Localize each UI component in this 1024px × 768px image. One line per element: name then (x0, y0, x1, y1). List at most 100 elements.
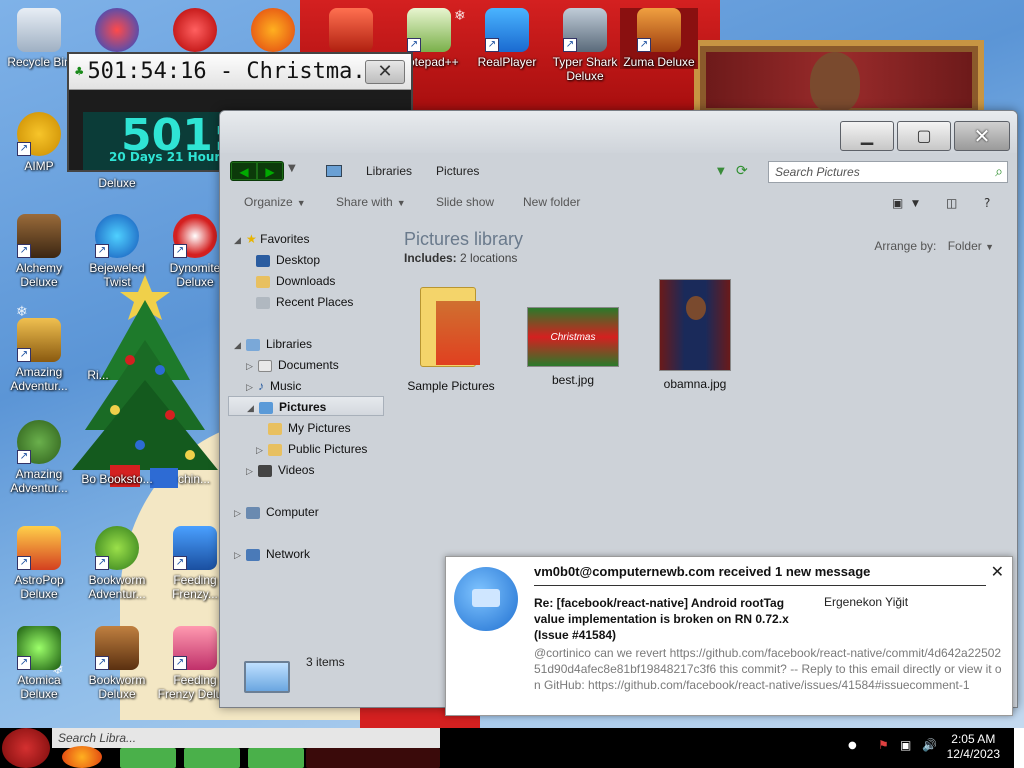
slide-show-button[interactable]: Slide show (436, 195, 494, 209)
network-tray-icon[interactable]: ▣ (900, 738, 911, 752)
nav-computer[interactable]: ▷ Computer (234, 502, 319, 522)
desktop-icon-bookworm-adventures[interactable]: ↗ Bookworm Adventur... (78, 526, 156, 601)
desktop-icon-label: Typer Shark Deluxe (552, 55, 618, 83)
new-folder-button[interactable]: New folder (523, 195, 580, 209)
includes-locations-link[interactable]: 2 locations (460, 251, 517, 265)
desktop-icon-partial-chin[interactable]: chin... (166, 472, 222, 486)
expand-arrow-icon[interactable]: ▷ (246, 377, 258, 397)
notification-close-button[interactable]: ✕ (991, 562, 1004, 582)
help-icon[interactable]: ? (984, 196, 990, 210)
file-item[interactable]: Sample Pictures (396, 279, 506, 393)
expand-arrow-icon[interactable]: ▷ (234, 503, 246, 523)
explorer-taskbar-button[interactable] (120, 748, 176, 768)
aimp-icon: ↗ (17, 112, 61, 156)
desktop-icon-partial-2[interactable] (78, 8, 156, 55)
nav-recent-places[interactable]: Recent Places (256, 292, 353, 312)
forward-arrow-icon[interactable]: ▶ (258, 163, 282, 179)
expand-arrow-icon[interactable]: ▷ (234, 545, 246, 565)
expand-arrow-icon[interactable]: ▷ (246, 356, 258, 376)
desktop-icon-label: Bo Booksto... (81, 472, 153, 486)
nav-videos-label: Videos (278, 463, 315, 477)
taskbar-search-input[interactable]: Search Libra... (52, 728, 440, 748)
action-center-flag-icon[interactable]: ⚑ (878, 738, 889, 752)
desktop-icon-realplayer[interactable]: ↗ RealPlayer (468, 8, 546, 69)
nav-favorites[interactable]: ◢ ★ Favorites (234, 229, 309, 249)
show-desktop-button[interactable] (1014, 728, 1024, 768)
close-icon: ✕ (973, 124, 991, 148)
nav-public-pictures[interactable]: ▷ Public Pictures (256, 439, 367, 459)
navigation-pane[interactable]: ◢ ★ Favorites Desktop Downloads Recent Pl… (220, 219, 388, 707)
taskbar[interactable]: Search Libra... ● ⚑ ▣ 🔊 2:05 AM 12/4/202… (0, 728, 1024, 768)
desktop-icon-bejeweled[interactable]: ↗ Bejeweled Twist (78, 214, 156, 289)
firefox-taskbar-icon[interactable] (62, 746, 102, 768)
film-icon (258, 464, 272, 477)
minimize-button[interactable]: ▁ (840, 121, 894, 151)
close-button[interactable]: ✕ (954, 121, 1010, 151)
desktop-icon-amazing-adventures-1[interactable]: ↗ Amazing Adventur... (0, 318, 78, 393)
desktop-icon-partial-bookstore[interactable]: Bo Booksto... (78, 472, 156, 486)
portrait-photo-window[interactable] (694, 40, 984, 120)
arrange-by[interactable]: Arrange by: Folder ▼ (874, 239, 994, 253)
share-with-button[interactable]: Share with ▼ (336, 195, 406, 209)
nav-network[interactable]: ▷ Network (234, 544, 310, 564)
desktop-icon-partial-ri[interactable]: Ri... (78, 368, 118, 382)
desktop-icon-partial-firefox[interactable] (234, 8, 312, 55)
nav-videos[interactable]: ▷ Videos (246, 460, 314, 480)
file-item[interactable]: Christmas best.jpg (518, 279, 628, 387)
view-options-icon[interactable]: ▣ (892, 196, 903, 210)
share-with-label: Share with (336, 195, 393, 209)
collapse-arrow-icon[interactable]: ◢ (234, 230, 246, 250)
file-item[interactable]: obamna.jpg (640, 279, 750, 391)
desktop-icon-partial-gate[interactable] (312, 8, 390, 55)
compass-icon: ↗ (17, 318, 61, 362)
volume-icon[interactable]: 🔊 (922, 738, 937, 752)
desktop-icon-atomica[interactable]: ↗ Atomica Deluxe (0, 626, 78, 701)
christmas-taskbar-button[interactable] (248, 748, 304, 768)
desktop-icon-zuma[interactable]: ↗ Zuma Deluxe (620, 8, 698, 69)
chrome-taskbar-button[interactable] (184, 748, 240, 768)
view-options-dropdown-icon[interactable]: ▼ (912, 199, 919, 209)
back-arrow-icon[interactable]: ◀ (232, 163, 256, 179)
recent-locations-dropdown[interactable]: ▼ (288, 163, 296, 174)
search-icon[interactable]: ⌕ (995, 163, 1003, 180)
preview-pane-icon[interactable]: ◫ (946, 196, 957, 210)
desktop-icon-partial-red[interactable] (156, 8, 234, 55)
countdown-titlebar[interactable]: ♣ 501:54:16 - Christma... (69, 54, 411, 90)
back-forward-buttons[interactable]: ◀ ▶ (230, 161, 284, 181)
nav-documents[interactable]: ▷ Documents (246, 355, 339, 375)
collapse-arrow-icon[interactable]: ◢ (247, 398, 259, 418)
breadcrumb-libraries[interactable]: Libraries (366, 164, 412, 178)
desktop-icon-alchemy[interactable]: ↗ Alchemy Deluxe (0, 214, 78, 289)
thunderbird-notification[interactable]: vm0b0t@computernewb.com received 1 new m… (445, 556, 1013, 716)
taskbar-empty-area[interactable] (306, 748, 440, 768)
collapse-arrow-icon[interactable]: ◢ (234, 335, 246, 355)
desktop-icon-partial-deluxe[interactable]: Deluxe (78, 176, 156, 190)
tray-dot-icon[interactable]: ● (848, 740, 857, 751)
nav-libraries[interactable]: ◢ Libraries (234, 334, 312, 354)
desktop-icon-amazing-adventures-2[interactable]: ↗ Amazing Adventur... (0, 420, 78, 495)
breadcrumb[interactable]: Libraries Pictures (326, 159, 479, 183)
refresh-icon[interactable]: ⟳ (736, 163, 748, 179)
desktop-icon-bookworm-deluxe[interactable]: ↗ Bookworm Deluxe (78, 626, 156, 701)
system-tray[interactable]: ● ⚑ ▣ 🔊 2:05 AM 12/4/2023 (834, 728, 1024, 768)
organize-button[interactable]: Organize ▼ (244, 195, 306, 209)
breadcrumb-pictures[interactable]: Pictures (436, 164, 479, 178)
search-input[interactable]: Search Pictures ⌕ (768, 161, 1008, 183)
maximize-button[interactable]: ▢ (897, 121, 951, 151)
arrange-by-value[interactable]: Folder (948, 239, 982, 253)
expand-arrow-icon[interactable]: ▷ (256, 440, 268, 460)
notepadpp-icon: ↗ (407, 8, 451, 52)
taskbar-clock[interactable]: 2:05 AM 12/4/2023 (947, 732, 1000, 762)
countdown-close-button[interactable]: ✕ (365, 60, 405, 84)
nav-downloads[interactable]: Downloads (256, 271, 335, 291)
desktop-icon-astropop[interactable]: ↗ AstroPop Deluxe (0, 526, 78, 601)
expand-arrow-icon[interactable]: ▷ (246, 461, 258, 481)
nav-music[interactable]: ▷ ♪ Music (246, 376, 301, 396)
start-button[interactable] (2, 728, 50, 768)
address-dropdown-icon[interactable]: ▼ (717, 166, 725, 177)
laptop-icon (244, 661, 290, 693)
desktop-icon-typer-shark[interactable]: ↗ Typer Shark Deluxe (546, 8, 624, 83)
nav-pictures[interactable]: ◢ Pictures (228, 396, 384, 416)
nav-my-pictures[interactable]: My Pictures (268, 418, 351, 438)
nav-desktop[interactable]: Desktop (256, 250, 320, 270)
